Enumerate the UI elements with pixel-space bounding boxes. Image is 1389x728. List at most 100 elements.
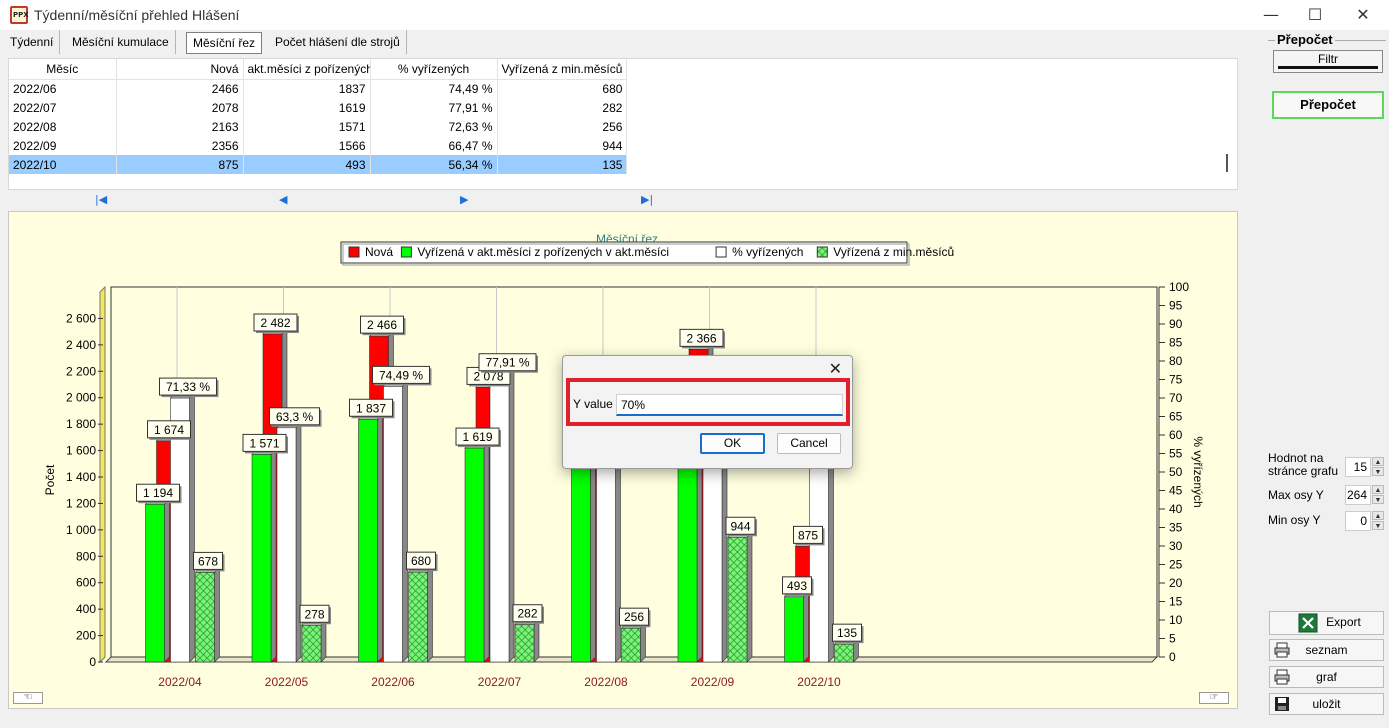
save-button[interactable]: uložit: [1269, 693, 1384, 715]
values-per-page-stepper[interactable]: ▲ ▼: [1372, 457, 1384, 477]
bar-1[interactable]: [357, 413, 384, 663]
nav-first-button[interactable]: |◀: [95, 193, 107, 206]
y-tick-label: 0: [89, 655, 96, 669]
data-label: 944: [725, 516, 757, 537]
table-row[interactable]: 2022/09 2356 1566 66,47 % 944: [9, 136, 628, 155]
spin-up-icon[interactable]: ▲: [1372, 457, 1384, 466]
nav-next-button[interactable]: ▶: [460, 193, 468, 206]
tab-monthly-cumulative[interactable]: Měsíční kumulace: [66, 30, 176, 54]
bar-1[interactable]: [251, 448, 277, 663]
col-header-resolved-previous[interactable]: Vyřízená z min.měsíců: [497, 59, 628, 80]
bar-face: [251, 454, 272, 663]
app-icon: PPX: [10, 6, 29, 24]
bar-3[interactable]: [301, 619, 327, 663]
bar-1[interactable]: [783, 591, 810, 663]
data-label: 680: [406, 551, 438, 572]
bar-face: [358, 418, 378, 663]
bar-1[interactable]: [464, 442, 490, 663]
close-button[interactable]: ✕: [1340, 0, 1386, 30]
table-row-selected[interactable]: 2022/10 875 493 56,34 % 135: [9, 155, 628, 174]
data-label: 1 837: [349, 398, 395, 419]
data-label-text: 74,49 %: [379, 368, 423, 382]
bar-1[interactable]: [677, 449, 703, 663]
col-header-percent-resolved[interactable]: % vyřízených: [370, 59, 498, 80]
tab-reports-by-machine[interactable]: Počet hlášení dle strojů: [269, 30, 407, 54]
spin-up-icon[interactable]: ▲: [1372, 485, 1384, 494]
export-button[interactable]: Export: [1269, 611, 1384, 635]
bar-face: [571, 454, 591, 663]
bar-2[interactable]: [382, 380, 409, 663]
spin-down-icon[interactable]: ▼: [1372, 521, 1384, 530]
bar-3[interactable]: [514, 619, 540, 663]
data-label-text: 493: [787, 579, 807, 593]
y2-tick-label: 40: [1169, 502, 1183, 516]
tab-monthly-slice[interactable]: Měsíční řez: [186, 32, 263, 54]
tab-weekly[interactable]: Týdenní: [4, 30, 61, 54]
scroll-left-hand-icon[interactable]: ☜: [13, 692, 43, 704]
bar-3[interactable]: [194, 566, 221, 663]
bar-face: [383, 386, 403, 663]
y2-tick-label: 25: [1169, 558, 1183, 572]
table-row[interactable]: 2022/07 2078 1619 77,91 % 282: [9, 98, 628, 117]
spin-down-icon[interactable]: ▼: [1372, 467, 1384, 476]
min-y-input[interactable]: 0: [1345, 511, 1371, 531]
nav-last-button[interactable]: ▶|: [641, 193, 653, 206]
ok-button[interactable]: OK: [700, 433, 765, 454]
chart-legend: Nová Vyřízená v akt.měsíci z pořízených v…: [340, 241, 954, 266]
dialog-close-icon[interactable]: ✕: [829, 359, 842, 378]
cell-new: 2466: [116, 79, 244, 98]
bar-side: [320, 619, 327, 663]
spin-down-icon[interactable]: ▼: [1372, 495, 1384, 504]
cell-resolved-previous: 282: [497, 98, 628, 117]
col-header-month[interactable]: Měsíc: [9, 59, 117, 80]
bar-face: [276, 427, 297, 663]
y-tick-label: 1 800: [66, 417, 96, 431]
min-y-stepper[interactable]: ▲ ▼: [1372, 511, 1384, 531]
data-label-text: 71,33 %: [166, 380, 210, 394]
print-chart-button[interactable]: graf: [1269, 666, 1384, 688]
filter-button[interactable]: Filtr: [1273, 50, 1383, 73]
table-row[interactable]: 2022/06 2466 1837 74,49 % 680: [9, 79, 628, 98]
y-value-input[interactable]: [616, 394, 843, 416]
bar-3[interactable]: [620, 622, 647, 663]
cancel-button[interactable]: Cancel: [777, 433, 841, 454]
bar-side: [270, 448, 277, 663]
values-per-page-input[interactable]: 15: [1345, 457, 1371, 477]
cell-percent: 74,49 %: [370, 79, 498, 98]
data-label: 63,3 %: [269, 407, 322, 427]
max-y-input[interactable]: 264: [1345, 485, 1371, 505]
col-header-new[interactable]: Nová: [116, 59, 244, 80]
x-tick-label: 2022/09: [691, 675, 735, 689]
bar-1[interactable]: [570, 448, 597, 663]
cell-month: 2022/10: [9, 155, 117, 174]
bar-1[interactable]: [144, 498, 171, 663]
bar-side: [533, 619, 540, 663]
bar-3[interactable]: [407, 566, 434, 663]
scroll-right-hand-icon[interactable]: ☞: [1199, 692, 1229, 704]
bar-face: [621, 627, 641, 663]
y2-tick-label: 30: [1169, 539, 1183, 553]
cell-new: 875: [116, 155, 244, 174]
y-tick-label: 800: [76, 549, 96, 563]
max-y-stepper[interactable]: ▲ ▼: [1372, 485, 1384, 505]
data-label: 2 366: [679, 328, 725, 349]
save-button-label: uložit: [1312, 697, 1341, 711]
bar-3[interactable]: [727, 531, 753, 663]
minimize-button[interactable]: —: [1248, 0, 1294, 30]
y2-tick-label: 15: [1169, 595, 1183, 609]
y2-tick-label: 55: [1169, 447, 1183, 461]
maximize-button[interactable]: ☐: [1292, 0, 1338, 30]
y2-tick-label: 80: [1169, 354, 1183, 368]
spin-up-icon[interactable]: ▲: [1372, 511, 1384, 520]
data-label-text: 256: [624, 610, 644, 624]
bar-2[interactable]: [808, 447, 835, 663]
print-list-button[interactable]: seznam: [1269, 639, 1384, 661]
bar-2[interactable]: [276, 422, 302, 663]
legend-label: Vyřízená v akt.měsíci z pořízených v akt…: [417, 245, 669, 259]
bar-2[interactable]: [489, 368, 515, 663]
col-header-resolved-current[interactable]: akt.měsíci z pořízených v: [243, 59, 371, 80]
grid-scrollbar[interactable]: [1226, 154, 1228, 172]
recalc-button[interactable]: Přepočet: [1272, 91, 1384, 119]
nav-prev-button[interactable]: ◀: [279, 193, 287, 206]
table-row[interactable]: 2022/08 2163 1571 72,63 % 256: [9, 117, 628, 136]
